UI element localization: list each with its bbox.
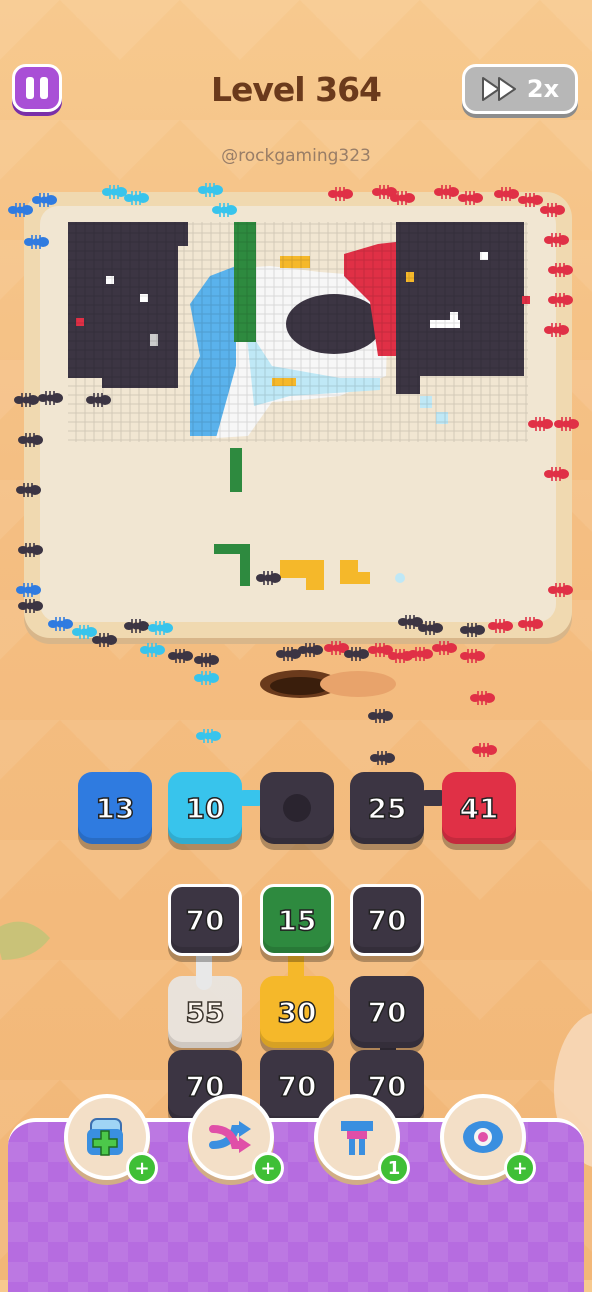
watermark: @rockgaming323 [221, 146, 371, 166]
tile-count: 25 [367, 791, 407, 826]
ant [432, 641, 457, 655]
grid-tile-r2-c2[interactable]: 30 [260, 976, 334, 1048]
queue-tile-cyan[interactable]: 10 [168, 772, 242, 844]
ant [368, 709, 393, 723]
ant-silhouette-icon [283, 794, 311, 822]
tile-count: 55 [185, 995, 225, 1030]
grid-tile-r1-c2[interactable]: 15 [260, 884, 334, 956]
ant [408, 647, 433, 661]
add-slot-badge: + [126, 1152, 158, 1184]
grid-tile-r2-c3[interactable]: 70 [350, 976, 424, 1048]
puzzle-board [40, 206, 556, 622]
ant [460, 649, 485, 663]
speed-button[interactable]: 2x [462, 64, 578, 114]
ant [194, 653, 219, 667]
tile-count: 70 [367, 995, 407, 1030]
ant [368, 643, 393, 657]
tile-count: 41 [459, 791, 499, 826]
leaf-decoration [0, 921, 50, 960]
ant [196, 729, 221, 743]
magnet-icon [341, 1121, 373, 1155]
queue-tile-blue[interactable]: 13 [78, 772, 152, 844]
tile-count: 70 [185, 903, 225, 938]
ant [472, 743, 497, 757]
queue-tile-red[interactable]: 41 [442, 772, 516, 844]
ant-hole [260, 670, 396, 698]
ant [194, 671, 219, 685]
tile-count: 30 [277, 995, 317, 1030]
tile-count: 13 [95, 791, 135, 826]
ant [140, 643, 165, 657]
ant [324, 641, 349, 655]
tile-count: 10 [185, 791, 225, 826]
ant [344, 647, 369, 661]
ant [168, 649, 193, 663]
grid-tile-r2-c1[interactable]: 55 [168, 976, 242, 1048]
ant [370, 751, 395, 765]
ant [470, 691, 495, 705]
shuffle-badge: + [252, 1152, 284, 1184]
fast-forward-icon [481, 77, 516, 101]
ant [276, 647, 301, 661]
grid-tile-r1-c1[interactable]: 70 [168, 884, 242, 956]
queue-tile-dark[interactable]: 25 [350, 772, 424, 844]
tile-count: 15 [277, 903, 317, 938]
speed-label: 2x [526, 75, 560, 103]
ant [298, 643, 323, 657]
tile-count: 70 [367, 903, 407, 938]
queue-tile-dark-empty[interactable] [260, 772, 334, 844]
blob-badge: + [504, 1152, 536, 1184]
shuffle-icon [209, 1121, 251, 1153]
magnet-badge: 1 [378, 1152, 410, 1184]
blob-icon [463, 1121, 503, 1153]
pixel-art-puzzle [68, 222, 530, 590]
add-slot-icon [87, 1118, 123, 1156]
tile-count: 70 [277, 1069, 317, 1104]
grid-tile-r1-c3[interactable]: 70 [350, 884, 424, 956]
ant [388, 649, 413, 663]
